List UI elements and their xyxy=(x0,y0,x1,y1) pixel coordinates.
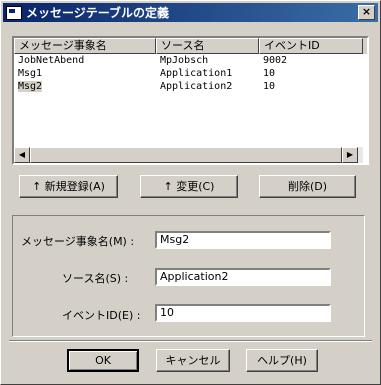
column-header-event-id[interactable]: イベントID xyxy=(259,38,363,54)
table-row-selected[interactable]: Msg2 Application2 10 xyxy=(14,80,367,93)
list-header: メッセージ事象名 ソース名 イベントID xyxy=(14,38,367,54)
title-bar[interactable]: メッセージテーブルの定義 × xyxy=(3,3,378,22)
cell-event-name: JobNetAbend xyxy=(18,55,85,66)
event-id-label: イベントID(E) : xyxy=(62,309,141,322)
scroll-right-icon[interactable]: ▶ xyxy=(342,147,358,163)
message-list[interactable]: メッセージ事象名 ソース名 イベントID JobNetAbend MpJobsc… xyxy=(12,36,369,165)
cell-event-name: Msg1 xyxy=(18,68,43,79)
cell-source: Application2 xyxy=(160,81,233,92)
close-button[interactable]: × xyxy=(358,5,375,20)
cell-event-id: 9002 xyxy=(263,55,288,66)
column-header-event-name[interactable]: メッセージ事象名 xyxy=(14,38,156,54)
app-icon xyxy=(6,5,22,20)
cell-source: Application1 xyxy=(160,68,233,79)
delete-button[interactable]: 削除(D) xyxy=(259,175,356,198)
table-row[interactable]: JobNetAbend MpJobsch 9002 xyxy=(14,54,367,67)
table-row[interactable]: Msg1 Application1 10 xyxy=(14,67,367,80)
window-title: メッセージテーブルの定義 xyxy=(26,6,170,20)
source-label: ソース名(S) : xyxy=(62,272,129,285)
scroll-thumb[interactable] xyxy=(30,147,342,163)
column-header-source[interactable]: ソース名 xyxy=(156,38,259,54)
add-button[interactable]: ↑ 新規登録(A) xyxy=(19,175,118,198)
cancel-button[interactable]: キャンセル xyxy=(156,349,230,372)
help-button[interactable]: ヘルプ(H) xyxy=(246,349,318,372)
change-button[interactable]: ↑ 変更(C) xyxy=(140,175,238,198)
divider xyxy=(9,340,372,342)
selected-cell-text: Msg2 xyxy=(18,81,43,92)
event-id-field[interactable]: 10 xyxy=(155,304,331,322)
event-name-field[interactable]: Msg2 xyxy=(155,231,331,249)
event-name-label: メッセージ事象名(M) : xyxy=(21,235,135,248)
cell-event-id: 10 xyxy=(263,81,276,92)
scroll-left-icon[interactable]: ◀ xyxy=(14,147,30,163)
dialog-window: メッセージテーブルの定義 × メッセージ事象名 ソース名 イベントID JobN… xyxy=(0,0,381,385)
cell-event-id: 10 xyxy=(263,68,276,79)
horizontal-scrollbar[interactable]: ◀ ▶ xyxy=(14,147,363,163)
cell-source: MpJobsch xyxy=(160,55,209,66)
cell-event-name: Msg2 xyxy=(14,80,156,93)
ok-button[interactable]: OK xyxy=(67,349,139,372)
source-field[interactable]: Application2 xyxy=(155,268,331,286)
